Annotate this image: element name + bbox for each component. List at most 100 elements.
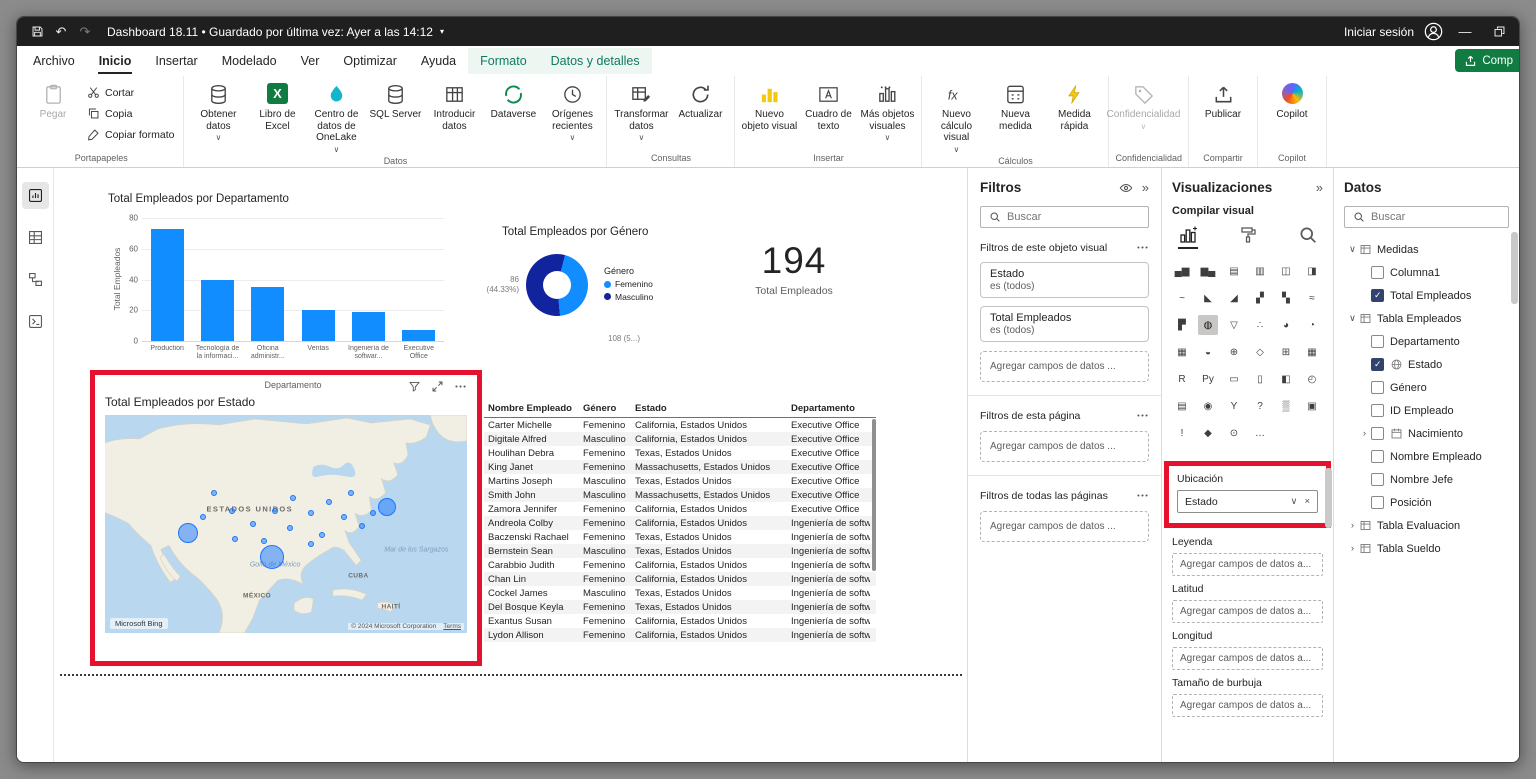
visual-type-q-and-a-icon[interactable]: ? — [1250, 396, 1270, 416]
dax-query-view-button[interactable] — [22, 308, 49, 335]
table-tabla-empleados[interactable]: ∨Tabla Empleados — [1344, 307, 1509, 330]
visual-type-line-chart-icon[interactable]: ~ — [1172, 288, 1192, 308]
visual-type-python-visual-icon[interactable]: Py — [1198, 369, 1218, 389]
add-data-fields-placeholder[interactable]: Agregar campos de datos ... — [980, 351, 1149, 382]
checkbox[interactable] — [1371, 358, 1384, 371]
map-bubble[interactable] — [287, 525, 293, 531]
table-row[interactable]: Bernstein SeanMasculinoTexas, Estados Un… — [484, 544, 876, 558]
table-tabla-sueldo[interactable]: ›Tabla Sueldo — [1344, 537, 1509, 560]
pegar-button[interactable]: Pegar — [24, 81, 82, 123]
visual-type-decomposition-tree-icon[interactable]: Y — [1224, 396, 1244, 416]
undo-icon[interactable]: ↶ — [49, 21, 73, 43]
visual-type-donut-chart-icon[interactable]: ◔ — [1302, 315, 1322, 335]
bar-ingenieria-de-softwar[interactable] — [352, 312, 385, 341]
map-canvas[interactable]: ESTADOS UNIDOS MÉXICO CUBA HAITÍ Golfo d… — [105, 415, 467, 633]
minimize-button[interactable]: — — [1453, 21, 1477, 43]
well-placeholder[interactable]: Agregar campos de datos a... — [1172, 553, 1323, 576]
well-placeholder[interactable]: Agregar campos de datos a... — [1172, 600, 1323, 623]
map-bubble[interactable] — [178, 523, 198, 543]
libro-de-excel-button[interactable]: XLibro de Excel — [248, 81, 306, 134]
visual-type-area-chart-icon[interactable]: ◣ — [1198, 288, 1218, 308]
add-data-fields-placeholder[interactable]: Agregar campos de datos ... — [980, 431, 1149, 462]
nuevo-calculo-visual-button[interactable]: fxNuevo cálculo visual∨ — [927, 81, 985, 156]
chevron-down-icon[interactable]: ∨ — [1290, 496, 1297, 507]
visual-type-metrics-icon[interactable]: ◆ — [1198, 423, 1218, 443]
visual-type-filled-map-icon[interactable]: ◒ — [1198, 342, 1218, 362]
table-tabla-evaluacion[interactable]: ›Tabla Evaluacion — [1344, 514, 1509, 537]
well-placeholder[interactable]: Agregar campos de datos a... — [1172, 647, 1323, 670]
ribbon-tab-archivo[interactable]: Archivo — [21, 48, 87, 74]
title-dropdown-icon[interactable]: ▾ — [440, 27, 444, 36]
visual-type-card-icon[interactable]: ▭ — [1224, 369, 1244, 389]
account-icon[interactable] — [1424, 22, 1443, 41]
table-row[interactable]: Carabbio JudithFemeninoCalifornia, Estad… — [484, 558, 876, 572]
visual-type-stacked-column-chart-icon[interactable]: ▆▄ — [1198, 261, 1218, 281]
actualizar-button[interactable]: Actualizar — [671, 81, 729, 123]
visual-type-line-clustered-column-chart-icon[interactable]: ▚ — [1276, 288, 1296, 308]
ribbon-tab-insertar[interactable]: Insertar — [143, 48, 209, 74]
confidencialidad-button[interactable]: Confidencialidad∨ — [1114, 81, 1172, 133]
bar-ventas[interactable] — [302, 310, 335, 341]
copia-button[interactable]: Copia — [83, 105, 178, 122]
data-search-input[interactable] — [1371, 211, 1500, 223]
visual-type-shape-map-icon[interactable]: ◇ — [1250, 342, 1270, 362]
visual-type-paginated-report-icon[interactable]: ▣ — [1302, 396, 1322, 416]
checkbox[interactable] — [1371, 496, 1384, 509]
eye-icon[interactable] — [1119, 181, 1133, 195]
nuevo-objeto-visual-button[interactable]: Nuevo objeto visual — [740, 81, 798, 134]
expander-icon[interactable]: › — [1358, 428, 1371, 439]
visual-type-100-stacked-column-chart-icon[interactable]: ◨ — [1302, 261, 1322, 281]
visual-type-100-stacked-bar-chart-icon[interactable]: ◫ — [1276, 261, 1296, 281]
table-medidas[interactable]: ∨Medidas — [1344, 238, 1509, 261]
add-data-fields-placeholder[interactable]: Agregar campos de datos ... — [980, 511, 1149, 542]
checkbox[interactable] — [1371, 289, 1384, 302]
centro-de-datos-de-onelake-button[interactable]: Centro de datos de OneLake∨ — [307, 81, 365, 156]
more-options-icon[interactable] — [1136, 489, 1149, 502]
table-scrollbar[interactable] — [872, 419, 876, 571]
map-visual-highlighted[interactable]: Total Empleados por Estado ESTADOS UNIDO… — [90, 370, 482, 666]
column-header-genero[interactable]: Género — [579, 401, 631, 417]
filter-icon[interactable] — [408, 380, 421, 393]
table-view-button[interactable] — [22, 224, 49, 251]
checkbox[interactable] — [1371, 335, 1384, 348]
publicar-button[interactable]: Publicar — [1194, 81, 1252, 123]
dataverse-button[interactable]: Dataverse — [484, 81, 542, 123]
field-id-empleado[interactable]: ID Empleado — [1344, 399, 1509, 422]
expander-icon[interactable]: ∨ — [1346, 313, 1359, 324]
ribbon-tab-inicio[interactable]: Inicio — [87, 48, 144, 74]
expander-icon[interactable]: › — [1346, 543, 1359, 554]
bar-tecnologia-de-la-informaci[interactable] — [201, 280, 234, 342]
checkbox[interactable] — [1371, 450, 1384, 463]
field-columna1[interactable]: Columna1 — [1344, 261, 1509, 284]
table-row[interactable]: Lydon AllisonFemeninoCalifornia, Estados… — [484, 628, 876, 642]
column-header-nombre-empleado[interactable]: Nombre Empleado — [484, 401, 579, 417]
checkbox[interactable] — [1371, 404, 1384, 417]
more-options-icon[interactable] — [1136, 241, 1149, 254]
field-nombre-jefe[interactable]: Nombre Jefe — [1344, 468, 1509, 491]
visual-type-matrix-icon[interactable]: ⊞ — [1276, 342, 1296, 362]
legend-item-masculino[interactable]: Masculino — [604, 292, 653, 302]
field-nombre-empleado[interactable]: Nombre Empleado — [1344, 445, 1509, 468]
visual-type-more-visuals-icon[interactable]: … — [1250, 423, 1270, 443]
ribbon-tab-ver[interactable]: Ver — [289, 48, 332, 74]
field-total-empleados[interactable]: Total Empleados — [1344, 284, 1509, 307]
expander-icon[interactable]: › — [1346, 520, 1359, 531]
cortar-button[interactable]: Cortar — [83, 84, 178, 101]
map-bubble[interactable] — [308, 541, 314, 547]
visual-type-arcgis-map-icon[interactable]: ⊙ — [1224, 423, 1244, 443]
visual-type-key-influencers-icon[interactable]: ◉ — [1198, 396, 1218, 416]
map-terms-link[interactable]: Terms — [443, 623, 461, 630]
model-view-button[interactable] — [22, 266, 49, 293]
legend-item-femenino[interactable]: Femenino — [604, 279, 653, 289]
collapse-filters-icon[interactable]: » — [1142, 180, 1149, 195]
visual-type-stacked-area-chart-icon[interactable]: ◢ — [1224, 288, 1244, 308]
visual-type-kpi-icon[interactable]: ◧ — [1276, 369, 1296, 389]
visual-type-funnel-chart-icon[interactable]: ▽ — [1224, 315, 1244, 335]
visual-type-scatter-chart-icon[interactable]: ∴ — [1250, 315, 1270, 335]
bar-oficina-administr[interactable] — [251, 287, 284, 341]
visual-type-smart-narrative-icon[interactable]: ▒ — [1276, 396, 1296, 416]
field-posicion[interactable]: Posición — [1344, 491, 1509, 514]
obtener-datos-button[interactable]: Obtener datos∨ — [189, 81, 247, 144]
table-row[interactable]: Digitale AlfredMasculinoCalifornia, Esta… — [484, 432, 876, 446]
visual-type-r-script-visual-icon[interactable]: R — [1172, 369, 1192, 389]
